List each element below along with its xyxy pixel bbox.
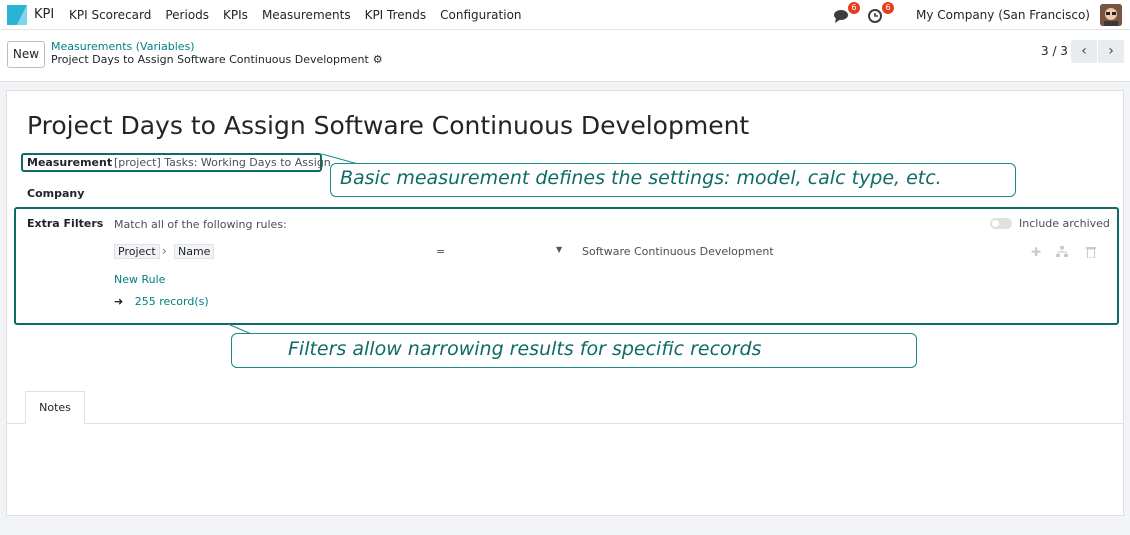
pager-next-button[interactable]: › bbox=[1098, 40, 1124, 63]
filters-annotation: Filters allow narrowing results for spec… bbox=[231, 333, 917, 368]
app-name[interactable]: KPI bbox=[34, 7, 54, 22]
breadcrumb-parent[interactable]: Measurements (Variables) bbox=[51, 40, 195, 53]
top-navbar: KPI KPI Scorecard Periods KPIs Measureme… bbox=[0, 0, 1130, 30]
match-text: Match all of the following rules: bbox=[114, 218, 287, 231]
path-separator-icon: › bbox=[162, 244, 167, 258]
main-menu: KPI Scorecard Periods KPIs Measurements … bbox=[69, 8, 536, 22]
pager-previous-button[interactable]: ‹ bbox=[1071, 40, 1097, 63]
messages-button[interactable]: 6 bbox=[832, 2, 861, 25]
activities-badge: 6 bbox=[882, 2, 895, 14]
include-archived-label[interactable]: Include archived bbox=[1019, 217, 1110, 230]
records-count[interactable]: 255 record(s) bbox=[135, 295, 209, 308]
measurement-annotation: Basic measurement defines the settings: … bbox=[330, 163, 1016, 197]
tab-notes[interactable]: Notes bbox=[25, 391, 85, 424]
caret-down-icon[interactable]: ▼ bbox=[556, 245, 562, 254]
menu-kpis[interactable]: KPIs bbox=[223, 8, 248, 22]
breadcrumb-current: Project Days to Assign Software Continuo… bbox=[51, 53, 383, 66]
menu-kpi-trends[interactable]: KPI Trends bbox=[365, 8, 427, 22]
chevron-right-icon: › bbox=[1108, 43, 1114, 59]
company-label: Company bbox=[27, 187, 85, 200]
rule-value[interactable]: Software Continuous Development bbox=[582, 245, 774, 258]
control-panel: New Measurements (Variables) Project Day… bbox=[0, 30, 1130, 82]
menu-measurements[interactable]: Measurements bbox=[262, 8, 351, 22]
messages-badge: 6 bbox=[848, 2, 861, 14]
pager-value[interactable]: 3 / 3 bbox=[1041, 44, 1068, 58]
company-switcher[interactable]: My Company (San Francisco) bbox=[916, 8, 1090, 22]
add-branch-icon[interactable] bbox=[1055, 246, 1069, 258]
trash-icon[interactable] bbox=[1086, 246, 1096, 258]
breadcrumb-current-label: Project Days to Assign Software Continuo… bbox=[51, 53, 369, 66]
avatar[interactable] bbox=[1100, 4, 1122, 26]
include-archived-toggle[interactable] bbox=[990, 218, 1012, 229]
records-link[interactable]: ➜ 255 record(s) bbox=[114, 295, 209, 308]
rule-operator[interactable]: = bbox=[436, 245, 445, 258]
user-avatar-icon bbox=[1100, 4, 1122, 26]
gear-icon[interactable]: ⚙ bbox=[373, 53, 383, 66]
measurement-field[interactable]: [project] Tasks: Working Days to Assign bbox=[114, 156, 331, 169]
rule-path-name[interactable]: Name bbox=[174, 244, 215, 259]
rule-path-project[interactable]: Project bbox=[114, 244, 160, 259]
chevron-left-icon: ‹ bbox=[1081, 43, 1087, 59]
measurement-label: Measurement bbox=[27, 156, 113, 169]
arrow-right-icon: ➜ bbox=[114, 295, 124, 308]
tabs-divider bbox=[7, 423, 1123, 424]
systray: 6 6 My Company (San Francisco) bbox=[832, 0, 1130, 30]
kpi-app-icon[interactable] bbox=[7, 5, 27, 25]
menu-periods[interactable]: Periods bbox=[165, 8, 209, 22]
add-rule-icon[interactable]: ✚ bbox=[1031, 245, 1041, 259]
extra-filters-label: Extra Filters bbox=[27, 217, 104, 230]
new-button[interactable]: New bbox=[7, 41, 45, 68]
menu-kpi-scorecard[interactable]: KPI Scorecard bbox=[69, 8, 151, 22]
record-title[interactable]: Project Days to Assign Software Continuo… bbox=[27, 111, 749, 140]
activities-button[interactable]: 6 bbox=[866, 2, 895, 25]
menu-configuration[interactable]: Configuration bbox=[440, 8, 521, 22]
new-rule-link[interactable]: New Rule bbox=[114, 273, 165, 286]
